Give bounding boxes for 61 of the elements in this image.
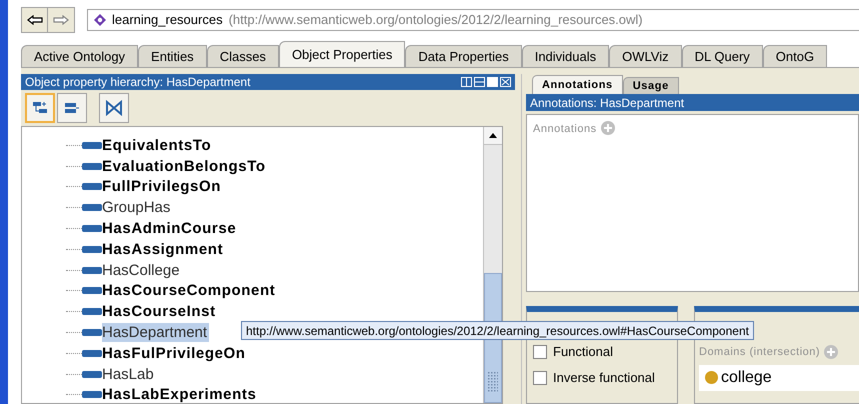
- property-icon: [82, 246, 102, 253]
- property-icon: [82, 162, 102, 170]
- property-icon: [82, 266, 102, 274]
- tab[interactable]: Usage: [622, 77, 679, 94]
- property-icon: [82, 370, 102, 378]
- tree-item[interactable]: FullPrivilegsOn: [102, 177, 224, 196]
- tree-item[interactable]: EquivalentsTo: [102, 136, 214, 155]
- tree-item[interactable]: EvaluationBelongsTo: [102, 156, 268, 176]
- annotations-label: Annotations: [533, 122, 597, 137]
- up-triangle-icon: [489, 133, 497, 138]
- toolbar-button[interactable]: [57, 93, 87, 123]
- tab[interactable]: Object Properties: [278, 41, 406, 67]
- tab[interactable]: Entities: [138, 45, 207, 67]
- property-icon: [82, 225, 102, 232]
- checkbox[interactable]: [533, 345, 547, 359]
- checkbox-label: Functional: [553, 343, 613, 362]
- toolbar-button[interactable]: [99, 93, 129, 123]
- property-icon: [82, 287, 102, 294]
- tree-item[interactable]: HasCollege: [102, 260, 182, 280]
- tab[interactable]: Data Properties: [405, 45, 522, 67]
- tooltip: http://www.semanticweb.org/ontologies/2012/2/learning_resources.owl#HasCourseComponent: [241, 321, 754, 340]
- add-subproperty-icon: [32, 100, 48, 116]
- tree-item[interactable]: HasDepartment: [102, 323, 210, 342]
- tree-item[interactable]: HasCourseComponent: [102, 281, 278, 300]
- property-icon: [82, 204, 102, 212]
- tab[interactable]: Active Ontology: [21, 45, 138, 67]
- checkbox[interactable]: [533, 371, 547, 385]
- tab[interactable]: OntoG: [762, 45, 828, 67]
- tab[interactable]: Individuals: [522, 45, 610, 67]
- tree-item[interactable]: HasLab: [102, 364, 156, 384]
- ontology-iri: (http://www.semanticweb.org/ontologies/2012/2/learning_resources.owl): [228, 11, 643, 30]
- scroll-up-button[interactable]: [484, 127, 502, 145]
- tab[interactable]: Classes: [206, 45, 279, 67]
- tree-item[interactable]: GroupHas: [102, 198, 172, 218]
- tree-item[interactable]: HasCourseInst: [102, 302, 218, 322]
- right-arrow-icon: [53, 15, 69, 25]
- tab[interactable]: DL Query: [682, 45, 763, 67]
- annotations-title: Annotations: HasDepartment: [530, 94, 684, 112]
- tree-item[interactable]: HasLabExperiments: [102, 385, 258, 403]
- property-icon: [82, 308, 102, 316]
- ontology-name: learning_resources: [112, 11, 223, 30]
- property-icon: [82, 142, 102, 149]
- diamond-icon: [94, 14, 106, 26]
- tree-item[interactable]: HasAssignment: [102, 240, 226, 259]
- tab[interactable]: OWLViz: [609, 45, 682, 67]
- property-icon: [82, 329, 102, 336]
- left-arrow-icon: [26, 15, 42, 25]
- property-icon: [82, 391, 102, 398]
- property-icon: [82, 183, 102, 190]
- domains-title: Domains (intersection): [699, 345, 820, 360]
- add-sibling-icon: [64, 100, 80, 116]
- tree-item[interactable]: HasAdminCourse: [102, 219, 238, 238]
- toolbar-button[interactable]: [25, 93, 55, 123]
- tree-item[interactable]: HasFulPrivilegeOn: [102, 344, 248, 363]
- delete-icon: [106, 100, 122, 116]
- property-icon: [82, 350, 102, 357]
- view-controls-icon: [461, 77, 511, 87]
- panel-title: Object property hierarchy: HasDepartment: [25, 74, 250, 91]
- checkbox-label: Inverse functional: [553, 369, 655, 388]
- tab[interactable]: Annotations: [532, 75, 623, 94]
- grip-icon: [488, 372, 498, 392]
